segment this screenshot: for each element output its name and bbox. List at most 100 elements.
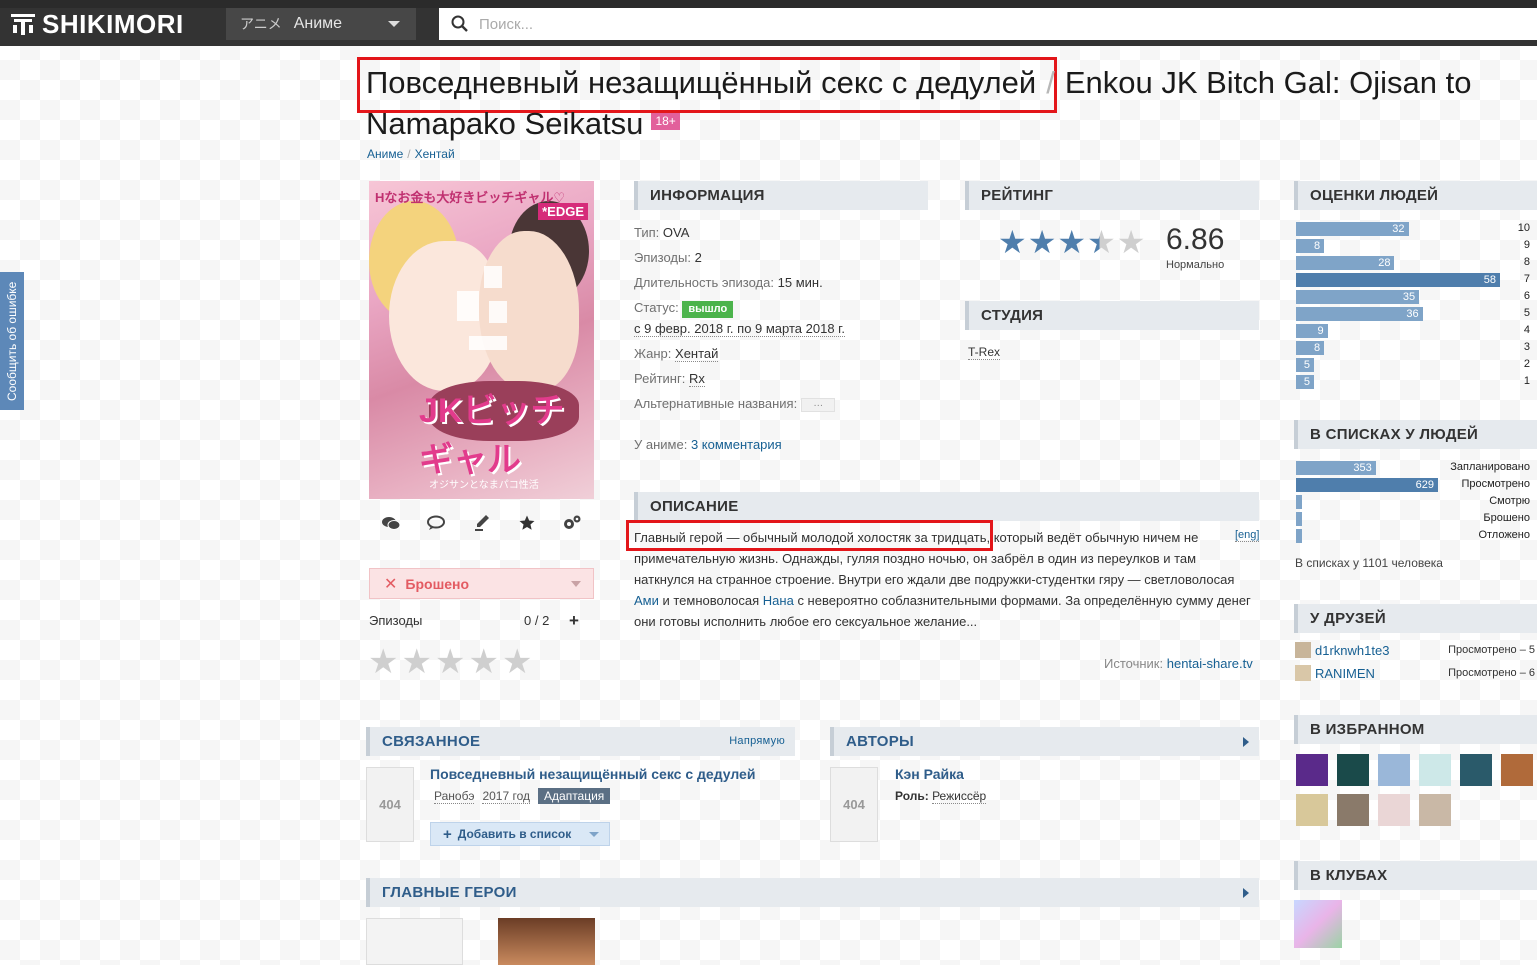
info-block: Тип: OVA Эпизоды: 2 Длительность эпизода…	[634, 222, 934, 459]
avatar	[1295, 642, 1311, 658]
star-icon[interactable]: ★	[435, 645, 465, 679]
friend-row[interactable]: RANIMEN Просмотрено – 6	[1295, 665, 1537, 681]
source-link[interactable]: hentai-share.tv	[1167, 656, 1253, 671]
info-rating[interactable]: Rx	[688, 371, 705, 387]
comments-icon[interactable]	[379, 512, 403, 534]
related-year[interactable]: 2017 год	[482, 789, 531, 804]
info-section-header: ИНФОРМАЦИЯ	[634, 181, 928, 210]
avatar[interactable]	[1460, 754, 1492, 786]
related-kind[interactable]: Ранобэ	[434, 789, 475, 804]
chevron-down-icon	[388, 21, 400, 27]
friend-row[interactable]: d1rknwh1te3 Просмотрено – 5	[1295, 642, 1537, 658]
title-separator: /	[1046, 65, 1055, 100]
friend-name[interactable]: RANIMEN	[1315, 666, 1375, 681]
discussion-icon[interactable]	[424, 512, 448, 534]
score-bar: 36	[1296, 307, 1423, 321]
alt-names-toggle[interactable]: …	[801, 397, 836, 412]
star-icon[interactable]: ★	[401, 645, 431, 679]
chevron-right-icon	[1243, 888, 1249, 898]
avatar[interactable]	[1419, 794, 1451, 826]
lists-section-header: В СПИСКАХ У ЛЮДЕЙ	[1294, 420, 1537, 449]
score-label: 5	[1523, 307, 1530, 319]
top-strip	[0, 0, 1537, 8]
avatar[interactable]	[1378, 794, 1410, 826]
favorites-section-header: В ИЗБРАННОМ	[1294, 715, 1537, 744]
score-label: 10	[1517, 222, 1530, 234]
episodes-value[interactable]: 0 / 2	[524, 613, 549, 628]
info-episodes: 2	[694, 250, 702, 265]
avatar[interactable]	[1501, 754, 1533, 786]
friend-status: Просмотрено – 5	[1448, 644, 1535, 656]
info-dates[interactable]: с 9 февр. 2018 г. по 9 марта 2018 г.	[634, 321, 845, 337]
avatar[interactable]	[1419, 754, 1451, 786]
menu-label: Аниме	[293, 15, 343, 32]
score-histogram: 32 10 8 9 28 8 58 7 35 6 36 5 9 4 8 3 5 2 5 1	[1296, 222, 1536, 392]
score-bar: 32	[1296, 222, 1409, 236]
genre-link[interactable]: Хентай	[675, 346, 719, 362]
character-link-nana[interactable]: Нана	[763, 593, 794, 608]
add-to-list-label: Добавить в список	[457, 827, 572, 841]
star-icon: ★	[998, 224, 1027, 260]
score-bar: 5	[1296, 358, 1314, 372]
english-description-link[interactable]: [eng]	[1235, 529, 1260, 542]
character-link-ami[interactable]: Ами	[634, 593, 659, 608]
review-icon[interactable]	[470, 512, 494, 534]
poster-actions	[369, 512, 594, 536]
favorite-star-icon[interactable]	[515, 512, 539, 534]
list-label: Смотрю	[1489, 495, 1530, 507]
increment-episode-button[interactable]: +	[569, 611, 579, 631]
avatar[interactable]	[1296, 794, 1328, 826]
breadcrumb-anime[interactable]: Аниме	[367, 147, 403, 161]
info-key: Тип:	[634, 225, 660, 240]
comments-link[interactable]: 3 комментария	[691, 437, 782, 452]
user-status-label: Брошено	[405, 575, 470, 592]
info-key: У аниме:	[634, 437, 688, 452]
hero-image[interactable]	[498, 918, 595, 965]
score-label: 3	[1523, 341, 1530, 353]
hero-image[interactable]	[366, 918, 463, 965]
avatar[interactable]	[1296, 754, 1328, 786]
avatar[interactable]	[1337, 754, 1369, 786]
score-label: 9	[1523, 239, 1530, 251]
site-logo[interactable]: SHIKIMORI	[10, 8, 184, 40]
avatar[interactable]	[1378, 754, 1410, 786]
author-image-placeholder[interactable]: 404	[830, 767, 878, 842]
gear-icon[interactable]	[560, 512, 584, 534]
studio-link[interactable]: T-Rex	[968, 345, 1001, 360]
add-to-list-button[interactable]: + Добавить в список	[430, 822, 610, 846]
authors-section-header[interactable]: АВТОРЫ	[830, 727, 1259, 756]
search-input[interactable]	[479, 15, 1379, 33]
logo-icon	[11, 14, 35, 35]
score-bar: 9	[1296, 324, 1328, 338]
user-list-status-dropdown[interactable]: ✕ Брошено	[369, 568, 594, 599]
friend-name[interactable]: d1rknwh1te3	[1315, 643, 1389, 658]
star-icon[interactable]: ★	[468, 645, 498, 679]
related-section-header: СВЯЗАННОЕ Напрямую	[366, 727, 795, 756]
breadcrumb-hentai[interactable]: Хентай	[415, 147, 455, 161]
friend-status: Просмотрено – 6	[1448, 667, 1535, 679]
top-bar: SHIKIMORI アニメ Аниме	[0, 0, 1537, 46]
author-name[interactable]: Кэн Райка	[895, 766, 964, 782]
score-label: 4	[1523, 324, 1530, 336]
author-role-value[interactable]: Режиссёр	[932, 789, 987, 804]
description-part: Главный герой — обычный молодой холостяк…	[634, 530, 987, 545]
heroes-section-header[interactable]: ГЛАВНЫЕ ГЕРОИ	[366, 878, 1259, 907]
report-error-tab[interactable]: Сообщить об ошибке	[0, 272, 24, 410]
rating-section-header: РЕЙТИНГ	[965, 181, 1259, 210]
avatar[interactable]	[1337, 794, 1369, 826]
poster-censor-block	[489, 301, 507, 323]
section-menu[interactable]: アニメ Аниме	[226, 8, 416, 40]
star-icon: ★	[1027, 224, 1057, 260]
search-icon	[451, 15, 468, 32]
club-avatar[interactable]	[1294, 900, 1342, 948]
anime-poster[interactable]: Hなお金も大好きビッチギャル♡ *EDGE JKビッチギャル オジサンとなまパコ…	[369, 181, 594, 499]
list-label: Запланировано	[1450, 461, 1530, 473]
user-rating-stars[interactable]: ★ ★ ★ ★ ★	[368, 645, 535, 679]
description-part: и темноволосая	[658, 593, 763, 608]
related-item-title[interactable]: Повседневный незащищённый секс с дедулей	[430, 766, 755, 782]
related-direct-link[interactable]: Напрямую	[729, 727, 785, 756]
star-icon[interactable]: ★	[502, 645, 532, 679]
star-icon[interactable]: ★	[368, 645, 398, 679]
related-image-placeholder[interactable]: 404	[366, 767, 414, 842]
friends-section-header: У ДРУЗЕЙ	[1294, 604, 1537, 633]
